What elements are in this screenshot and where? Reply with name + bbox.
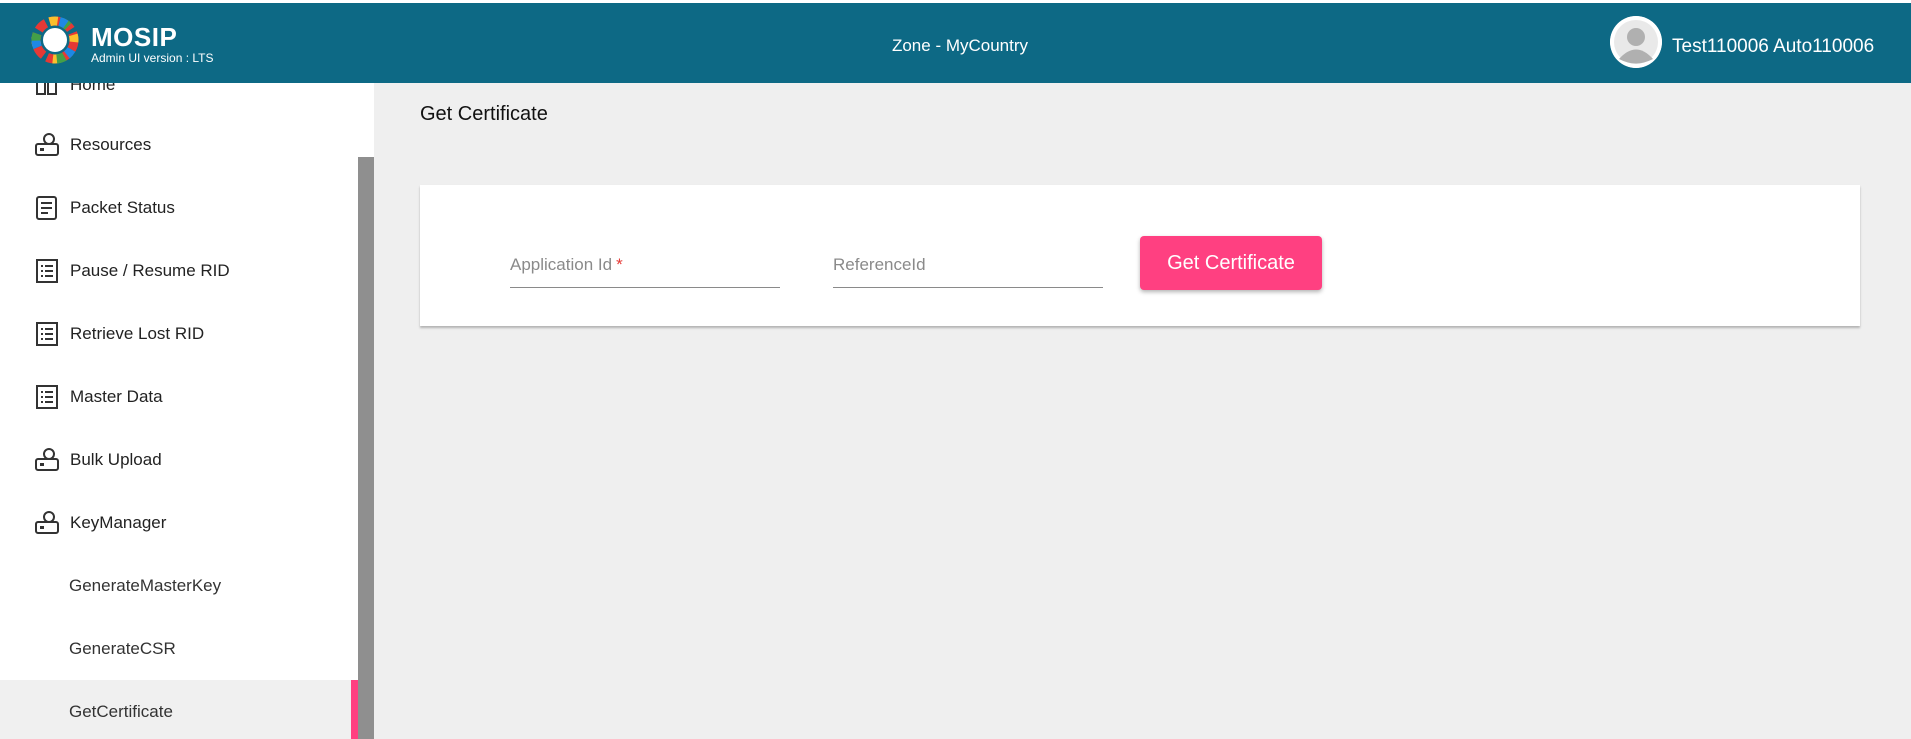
get-certificate-button[interactable]: Get Certificate [1140,236,1322,290]
sidebar-item-label: Bulk Upload [70,449,162,469]
user-avatar-icon [1610,16,1662,68]
sidebar-item-label: Master Data [70,386,163,406]
user-name[interactable]: Test110006 Auto110006 [1672,36,1874,58]
resources-icon [35,132,59,156]
sidebar-item-label: GenerateMasterKey [69,575,222,595]
sidebar-scrollbar-thumb[interactable] [358,157,374,739]
page-title: Get Certificate [420,103,548,125]
application-id-field[interactable]: Application Id * [510,235,784,288]
reference-id-field[interactable]: ReferenceId [833,235,1107,288]
sidebar-item-master-data[interactable]: Master Data [0,365,358,428]
sidebar-item-label: Resources [70,134,152,154]
sidebar-item-pause-resume-rid[interactable]: Pause / Resume RID [0,239,358,302]
packet-status-icon [36,195,57,220]
app-header: MOSIP Admin UI version : LTS Zone - MyCo… [0,3,1911,83]
sidebar-item-packet-status[interactable]: Packet Status [0,176,358,239]
sidebar-item-keymanager[interactable]: KeyManager [0,491,358,554]
application-id-input[interactable] [510,249,784,283]
field-underline [510,287,780,288]
sidebar-item-bulk-upload[interactable]: Bulk Upload [0,428,358,491]
sidebar-item-label: Retrieve Lost RID [70,323,205,343]
sidebar-subitem-generatemasterkey[interactable]: GenerateMasterKey [0,554,358,617]
list-icon [36,258,58,283]
sidebar-item-label: Home [70,83,116,94]
avatar[interactable] [1610,16,1662,68]
list-icon [36,384,58,409]
home-icon [36,83,57,95]
key-manager-icon [35,510,59,534]
list-icon [36,321,58,346]
sidebar: Home Resources Packet Status Pause / Res… [0,83,358,739]
sidebar-item-label: Packet Status [70,197,175,217]
sidebar-item-home[interactable]: Home [0,83,358,116]
field-underline [833,287,1103,288]
sidebar-item-resources[interactable]: Resources [0,113,358,176]
active-item-indicator [351,680,358,739]
sidebar-item-label: Pause / Resume RID [70,260,230,280]
sidebar-subitem-getcertificate[interactable]: GetCertificate [0,680,358,739]
sidebar-item-label: KeyManager [70,512,167,532]
sidebar-item-retrieve-lost-rid[interactable]: Retrieve Lost RID [0,302,358,365]
main-content: Get Certificate Application Id * Referenc… [374,83,1911,739]
certificate-form-card: Application Id * ReferenceId Get Certific… [420,185,1860,326]
sidebar-item-label: GenerateCSR [69,638,176,658]
bulk-upload-icon [35,447,59,471]
sidebar-subitem-generatecsr[interactable]: GenerateCSR [0,617,358,680]
sidebar-item-label: GetCertificate [69,701,173,721]
reference-id-input[interactable] [833,249,1107,283]
